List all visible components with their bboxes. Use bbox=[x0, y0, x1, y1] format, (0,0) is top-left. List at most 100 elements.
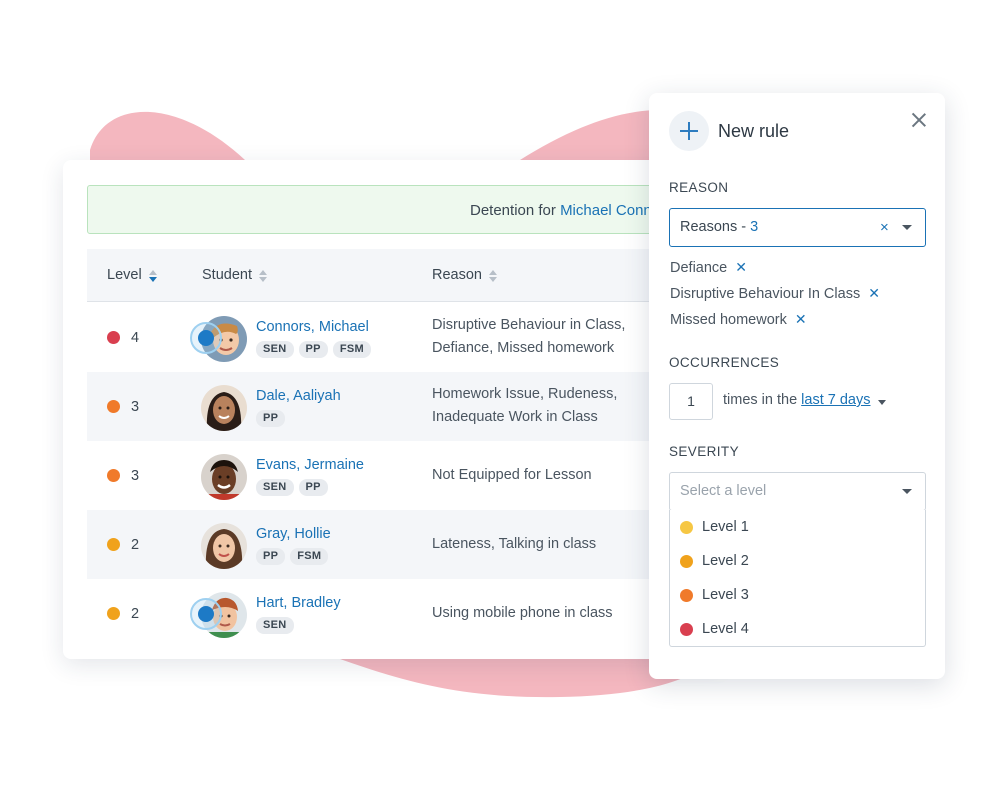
severity-select[interactable]: Select a level bbox=[669, 472, 926, 511]
selected-reason-chip: Defiance ✕ bbox=[670, 259, 747, 276]
remove-icon[interactable]: ✕ bbox=[735, 259, 747, 275]
tag-pp: PP bbox=[256, 410, 286, 427]
severity-placeholder: Select a level bbox=[680, 483, 767, 499]
tag-fsm: FSM bbox=[290, 548, 329, 565]
reason-line: Lateness, Talking in class bbox=[432, 536, 597, 552]
level-value: 2 bbox=[131, 536, 140, 553]
reason-cell: Not Equipped for Lesson bbox=[432, 464, 592, 487]
reason-section-label: REASON bbox=[669, 180, 729, 195]
student-tags: PP FSM bbox=[256, 548, 329, 565]
avatar-wrap bbox=[199, 522, 247, 570]
banner-student-link[interactable]: Michael Conn bbox=[560, 202, 652, 219]
avatar-wrap bbox=[199, 384, 247, 432]
level-cell: 3 bbox=[107, 441, 139, 510]
reason-cell: Disruptive Behaviour in Class, Defiance,… bbox=[432, 314, 625, 360]
reasons-count: 3 bbox=[750, 219, 759, 235]
reason-line: Inadequate Work in Class bbox=[432, 409, 598, 425]
reason-line: Defiance, Missed homework bbox=[432, 340, 615, 356]
student-tags: PP bbox=[256, 410, 286, 427]
remove-icon[interactable]: ✕ bbox=[868, 285, 880, 301]
student-name-link[interactable]: Dale, Aaliyah bbox=[256, 388, 341, 404]
avatar-wrap bbox=[190, 315, 247, 363]
table-row[interactable]: 2 Hart, Bradley SEN Using mobile phone i… bbox=[87, 579, 723, 648]
tag-pp: PP bbox=[298, 341, 328, 358]
reason-cell: Homework Issue, Rudeness, Inadequate Wor… bbox=[432, 383, 617, 429]
severity-dropdown: Level 1 Level 2 Level 3 Level 4 bbox=[669, 510, 926, 647]
avatar bbox=[201, 385, 247, 431]
table-header: Level Student Reason bbox=[87, 249, 723, 302]
table-row[interactable]: 3 Evans, Jermaine SEN PP Not Equipped fo… bbox=[87, 441, 723, 510]
avatar bbox=[201, 523, 247, 569]
level-column-header[interactable]: Level bbox=[107, 249, 157, 302]
severity-option[interactable]: Level 3 bbox=[680, 578, 749, 612]
level-2-dot-icon bbox=[680, 554, 693, 568]
chevron-down-icon[interactable] bbox=[902, 225, 912, 230]
level-value: 3 bbox=[131, 398, 140, 415]
status-indicator-icon bbox=[190, 322, 222, 354]
level-value: 2 bbox=[131, 605, 140, 622]
period-link[interactable]: last 7 days bbox=[801, 392, 870, 408]
level-header-label: Level bbox=[107, 267, 142, 283]
clear-icon[interactable]: × bbox=[880, 209, 889, 246]
table-row[interactable]: 3 Dale, Aaliyah PP Homework Issue, Ruden… bbox=[87, 372, 723, 441]
sort-desc-icon[interactable] bbox=[148, 269, 157, 282]
banner-text: Detention for bbox=[470, 202, 561, 219]
level-3-dot-icon bbox=[107, 400, 120, 413]
reason-line: Not Equipped for Lesson bbox=[432, 467, 592, 483]
student-tags: SEN bbox=[256, 617, 294, 634]
tag-fsm: FSM bbox=[332, 341, 371, 358]
tag-sen: SEN bbox=[256, 479, 294, 496]
severity-option[interactable]: Level 2 bbox=[680, 544, 749, 578]
level-cell: 3 bbox=[107, 372, 139, 441]
occurrences-input[interactable]: 1 bbox=[669, 383, 713, 420]
level-3-dot-icon bbox=[680, 588, 693, 602]
chevron-down-icon[interactable] bbox=[902, 489, 912, 494]
tag-sen: SEN bbox=[256, 341, 294, 358]
table-row[interactable]: 4 Connors, Michael SEN PP FSM Disruptive… bbox=[87, 303, 723, 372]
detention-banner: Detention for Michael Conn bbox=[87, 185, 723, 234]
severity-option[interactable]: Level 1 bbox=[680, 510, 749, 544]
tag-pp: PP bbox=[256, 548, 286, 565]
student-name-link[interactable]: Connors, Michael bbox=[256, 319, 369, 335]
level-4-dot-icon bbox=[680, 622, 693, 636]
level-cell: 2 bbox=[107, 579, 139, 648]
selected-reason-chip: Missed homework ✕ bbox=[670, 311, 807, 328]
reason-cell: Lateness, Talking in class bbox=[432, 533, 596, 556]
avatar bbox=[201, 454, 247, 500]
option-label: Level 3 bbox=[702, 587, 749, 603]
reasons-select-label: Reasons - bbox=[680, 219, 751, 235]
reason-cell: Using mobile phone in class bbox=[432, 602, 613, 625]
plus-icon[interactable] bbox=[669, 111, 709, 151]
reasons-select[interactable]: Reasons - 3 × bbox=[669, 208, 926, 247]
level-3-dot-icon bbox=[107, 469, 120, 482]
student-name-link[interactable]: Evans, Jermaine bbox=[256, 457, 364, 473]
level-1-dot-icon bbox=[680, 520, 693, 534]
selected-reason-chip: Disruptive Behaviour In Class ✕ bbox=[670, 285, 880, 302]
level-value: 4 bbox=[131, 329, 140, 346]
student-tags: SEN PP bbox=[256, 479, 328, 496]
sort-icon[interactable] bbox=[259, 269, 267, 282]
chip-label: Disruptive Behaviour In Class bbox=[670, 286, 861, 302]
avatar-wrap bbox=[199, 453, 247, 501]
student-name-link[interactable]: Gray, Hollie bbox=[256, 526, 331, 542]
severity-option[interactable]: Level 4 bbox=[680, 612, 749, 646]
reason-column-header[interactable]: Reason bbox=[432, 249, 497, 302]
avatar-wrap bbox=[190, 591, 247, 639]
status-indicator-icon bbox=[190, 598, 222, 630]
student-column-header[interactable]: Student bbox=[202, 249, 267, 302]
level-value: 3 bbox=[131, 467, 140, 484]
level-2-dot-icon bbox=[107, 538, 120, 551]
chevron-down-icon[interactable] bbox=[878, 400, 886, 405]
chip-label: Missed homework bbox=[670, 312, 787, 328]
remove-icon[interactable]: ✕ bbox=[795, 311, 807, 327]
table-row[interactable]: 2 Gray, Hollie PP FSM Lateness, Talking … bbox=[87, 510, 723, 579]
level-cell: 4 bbox=[107, 303, 139, 372]
student-name-link[interactable]: Hart, Bradley bbox=[256, 595, 341, 611]
sort-icon[interactable] bbox=[488, 269, 497, 282]
reason-header-label: Reason bbox=[432, 267, 482, 283]
chip-label: Defiance bbox=[670, 260, 728, 276]
close-icon[interactable] bbox=[911, 112, 927, 128]
severity-section-label: SEVERITY bbox=[669, 444, 739, 459]
level-4-dot-icon bbox=[107, 331, 120, 344]
detention-card: Detention for Michael Conn Level Student… bbox=[63, 160, 723, 659]
